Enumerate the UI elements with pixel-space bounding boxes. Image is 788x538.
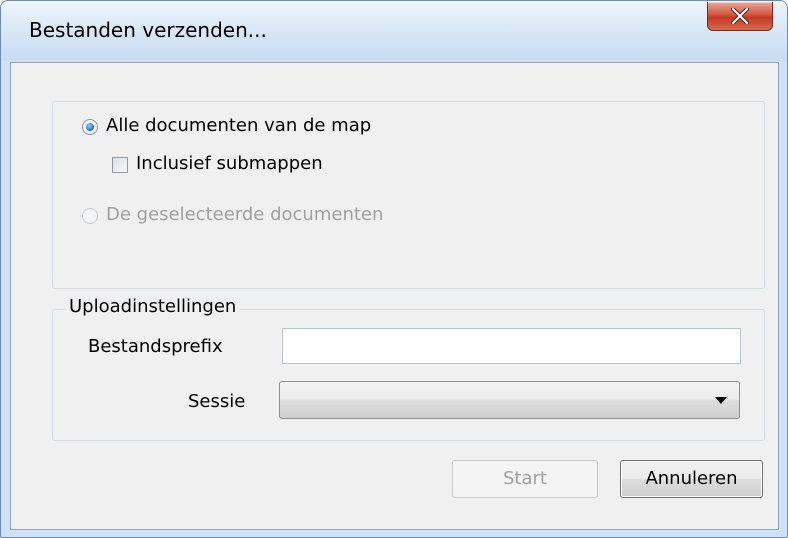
include-subfolders-checkbox[interactable] xyxy=(112,157,128,173)
upload-settings-legend: Uploadinstellingen xyxy=(65,296,241,317)
dialog-window: Bestanden verzenden... Alle documenten v… xyxy=(0,0,788,538)
window-title: Bestanden verzenden... xyxy=(29,18,267,42)
close-button[interactable] xyxy=(707,2,773,31)
title-bar[interactable]: Bestanden verzenden... xyxy=(1,1,787,61)
session-dropdown[interactable] xyxy=(279,381,740,419)
radio-selected-dot xyxy=(86,123,94,131)
radio-all-documents[interactable] xyxy=(82,119,98,135)
include-subfolders-label[interactable]: Inclusief submappen xyxy=(136,153,323,174)
prefix-input[interactable] xyxy=(282,328,741,364)
cancel-button[interactable]: Annuleren xyxy=(620,460,763,498)
dialog-content: Alle documenten van de map Inclusief sub… xyxy=(10,62,779,530)
start-button[interactable]: Start xyxy=(452,460,598,498)
session-label: Sessie xyxy=(188,391,246,412)
radio-selected-documents[interactable] xyxy=(82,208,98,224)
prefix-label: Bestandsprefix xyxy=(88,336,223,357)
radio-selected-documents-label: De geselecteerde documenten xyxy=(106,204,384,225)
close-icon xyxy=(731,8,749,24)
radio-all-documents-label[interactable]: Alle documenten van de map xyxy=(106,115,371,136)
chevron-down-icon xyxy=(715,397,727,404)
